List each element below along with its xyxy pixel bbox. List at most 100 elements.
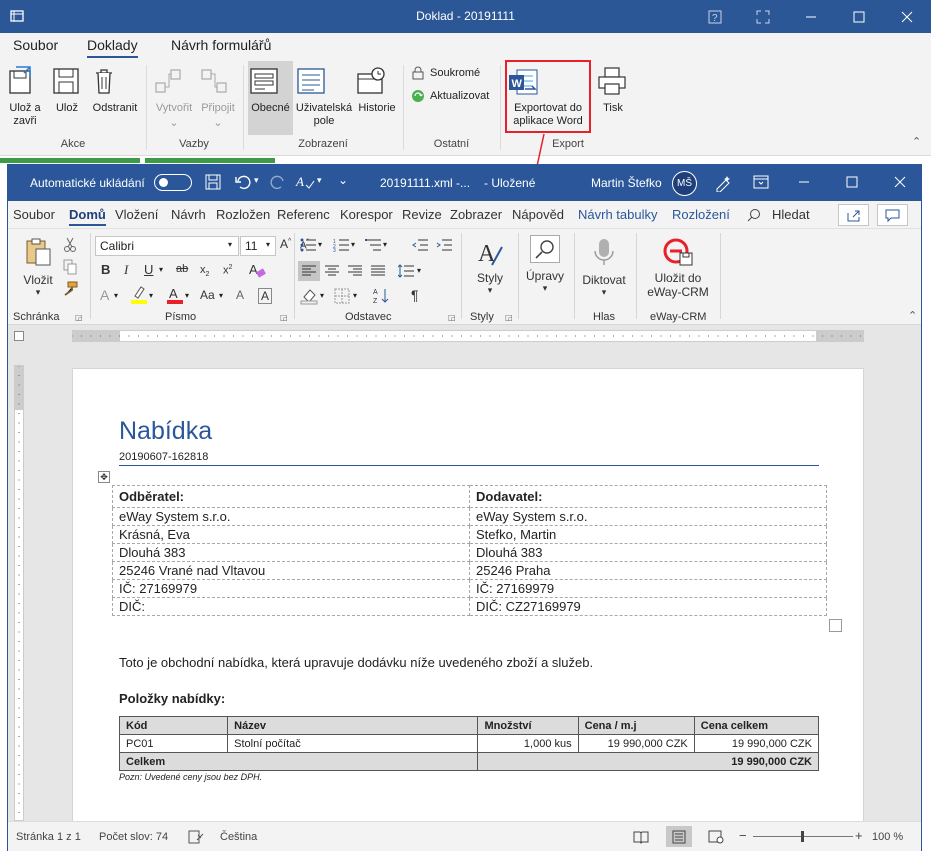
bullets-icon[interactable] (300, 238, 316, 252)
undo-icon[interactable] (234, 173, 252, 191)
chevron-down-icon[interactable]: ▾ (417, 266, 421, 275)
chevron-down-icon[interactable]: ▾ (219, 291, 223, 300)
items-cell[interactable]: PC01 (118, 734, 229, 753)
web-layout-icon[interactable] (708, 830, 724, 844)
line-spacing-icon[interactable] (398, 264, 414, 278)
chevron-down-icon[interactable]: ▾ (266, 240, 270, 249)
read-mode-icon[interactable] (633, 830, 649, 844)
underline-icon[interactable]: U (144, 262, 153, 277)
tab-vlozeni[interactable]: Vložení (115, 207, 158, 222)
word-close-button[interactable] (894, 176, 906, 188)
fullscreen-icon[interactable] (740, 0, 786, 33)
chevron-down-icon[interactable]: ▾ (185, 291, 189, 300)
chevron-down-icon[interactable]: ▾ (114, 291, 118, 300)
refresh-button[interactable]: Aktualizovat (411, 89, 489, 103)
minimize-button[interactable] (788, 0, 834, 33)
show-formatting-icon[interactable]: ¶ (411, 287, 419, 303)
print-layout-icon[interactable] (672, 830, 686, 844)
change-case-icon[interactable]: Aa (200, 288, 215, 302)
save-to-crm-button[interactable]: Uložit do eWay-CRM (641, 237, 715, 299)
subscript-icon[interactable]: x2 (200, 264, 209, 278)
grow-font-icon[interactable]: A^ (280, 237, 291, 251)
autosave-toggle[interactable] (154, 174, 192, 191)
party-cell[interactable]: eWay System s.r.o. (469, 507, 827, 526)
horizontal-ruler[interactable] (8, 325, 921, 347)
export-word-button[interactable]: W Exportovat do aplikace Word (507, 67, 589, 128)
strikethrough-icon[interactable]: ab (176, 263, 188, 275)
save-close-button[interactable]: Ulož a zavři (4, 65, 46, 128)
font-name-box[interactable]: Calibri (95, 236, 239, 256)
format-painter-icon[interactable] (62, 281, 78, 297)
justify-icon[interactable] (371, 265, 385, 277)
multilevel-list-icon[interactable] (365, 238, 381, 252)
bold-icon[interactable]: B (101, 262, 110, 277)
clear-formatting-icon[interactable]: A (248, 261, 266, 279)
attach-button[interactable]: Připojit ⌄ (198, 65, 238, 130)
chevron-down-icon[interactable]: ▾ (228, 240, 232, 249)
items-cell[interactable]: 19 990,000 CZK (577, 734, 695, 753)
maximize-button[interactable] (836, 0, 882, 33)
styles-button[interactable]: A Styly ▾ (469, 237, 511, 296)
dialog-launcher-icon[interactable]: ◲ (75, 313, 83, 322)
zoom-level[interactable]: 100 % (872, 831, 903, 843)
tab-selector-icon[interactable] (14, 331, 24, 341)
font-color-icon[interactable]: A (166, 285, 184, 305)
table-move-handle-icon[interactable]: ✥ (98, 471, 110, 483)
shading-icon[interactable] (300, 287, 318, 305)
language[interactable]: Čeština (220, 831, 257, 843)
spellcheck-icon[interactable]: A (295, 173, 315, 191)
history-button[interactable]: Historie (355, 65, 399, 115)
dialog-launcher-icon[interactable]: ◲ (448, 313, 456, 322)
word-maximize-button[interactable] (846, 176, 858, 188)
delete-button[interactable]: Odstranit (88, 65, 142, 115)
party-cell[interactable]: 25246 Vrané nad Vltavou (112, 561, 470, 580)
chevron-down-icon[interactable]: ▾ (383, 240, 387, 249)
party-cell[interactable]: 25246 Praha (469, 561, 827, 580)
create-button[interactable]: Vytvořit ⌄ (152, 65, 196, 130)
editing-button[interactable]: Úpravy ▾ (522, 235, 568, 294)
tab-navrh[interactable]: Návrh (171, 207, 206, 222)
numbering-icon[interactable]: 123 (333, 238, 349, 252)
dialog-launcher-icon[interactable]: ◲ (280, 313, 288, 322)
private-toggle[interactable]: Soukromé (411, 66, 480, 80)
document-page[interactable]: Nabídka 20190607-162818 ✥ Odběratel: Doda… (72, 368, 864, 821)
party-cell[interactable]: Krásná, Eva (112, 525, 470, 544)
tab-reference[interactable]: Referenc (277, 207, 330, 222)
cut-icon[interactable] (63, 237, 77, 253)
designer-icon[interactable] (714, 174, 732, 192)
tab-rozlozeni[interactable]: Rozložení (672, 207, 730, 222)
decrease-indent-icon[interactable] (412, 238, 428, 252)
align-center-icon[interactable] (325, 265, 339, 277)
proofing-icon[interactable] (188, 830, 204, 844)
superscript-icon[interactable]: x2 (223, 264, 232, 277)
party-cell[interactable]: DIČ: (112, 597, 470, 616)
text-effects-icon[interactable]: A (100, 287, 109, 303)
zoom-in-button[interactable]: + (855, 828, 863, 843)
print-button[interactable]: Tisk (596, 65, 630, 115)
word-minimize-button[interactable] (798, 176, 810, 188)
tab-rozlozeni-stranky[interactable]: Rozložen (216, 207, 270, 222)
highlight-icon[interactable] (130, 285, 148, 305)
table-resize-handle[interactable] (829, 619, 842, 632)
save-icon[interactable] (205, 174, 221, 190)
vertical-scrollbar[interactable] (907, 347, 921, 821)
undo-dropdown-icon[interactable]: ▾ (254, 175, 259, 186)
chevron-down-icon[interactable]: ▾ (318, 240, 322, 249)
party-cell[interactable]: Stefko, Martin (469, 525, 827, 544)
user-avatar[interactable]: MŠ (672, 171, 697, 196)
quick-access-customize-icon[interactable]: ⌄ (338, 173, 348, 187)
chevron-down-icon[interactable]: ▾ (320, 291, 324, 300)
chevron-down-icon[interactable]: ▾ (353, 291, 357, 300)
party-cell[interactable]: eWay System s.r.o. (112, 507, 470, 526)
character-shading-icon[interactable]: A (236, 288, 244, 302)
chevron-down-icon[interactable]: ▾ (351, 240, 355, 249)
tab-navrh-tabulky[interactable]: Návrh tabulky (578, 207, 657, 222)
party-cell[interactable]: DIČ: CZ27169979 (469, 597, 827, 616)
close-button[interactable] (884, 0, 930, 33)
character-border-icon[interactable]: A (258, 288, 273, 304)
chevron-down-icon[interactable]: ▾ (159, 265, 163, 274)
tab-zobrazeni[interactable]: Zobrazer (450, 207, 502, 222)
spellcheck-dropdown-icon[interactable]: ▾ (317, 175, 322, 186)
vertical-ruler[interactable] (14, 365, 24, 821)
collapse-ribbon-icon[interactable]: ⌃ (908, 309, 917, 322)
